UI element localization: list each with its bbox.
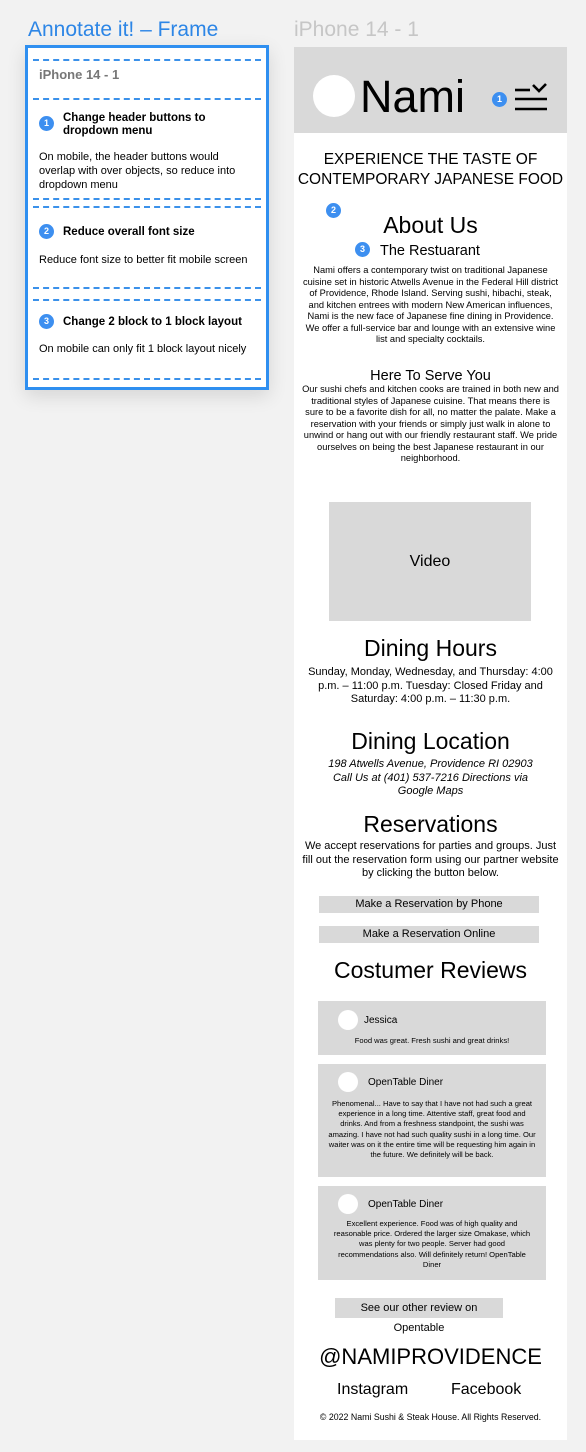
divider (33, 206, 261, 208)
divider (33, 299, 261, 301)
location-text: 198 Atwells Avenue, Providence RI 02903 … (328, 758, 533, 797)
avatar (338, 1010, 358, 1030)
social-handle: @NAMIPROVIDENCE (319, 1344, 542, 1369)
annotation-body-3: On mobile can only fit 1 block layout ni… (39, 343, 247, 355)
about-heading: About Us (383, 212, 478, 238)
annotation-panel-title: Annotate it! – Frame (28, 18, 219, 41)
video-label: Video (409, 552, 451, 570)
reserve-online-button[interactable]: Make a Reservation Online (319, 926, 539, 943)
logo[interactable] (313, 75, 355, 117)
annotation-badge-2[interactable]: 2 (39, 224, 54, 239)
phone-frame-label: iPhone 14 - 1 (294, 18, 419, 41)
about-text: Nami offers a contemporary twist on trad… (302, 265, 559, 344)
review-card: OpenTable Diner Phenomenal... Have to sa… (318, 1064, 546, 1177)
instagram-link[interactable]: Instagram (337, 1381, 408, 1399)
annotation-frame-name: iPhone 14 - 1 (39, 67, 120, 82)
reviewer-name: OpenTable Diner (368, 1077, 444, 1088)
review-card: OpenTable Diner Excellent experience. Fo… (318, 1186, 546, 1280)
dropdown-menu-icon[interactable] (514, 82, 548, 114)
opentable-reviews-button[interactable]: See our other review on Opentable (335, 1298, 503, 1334)
reviewer-name: Jessica (364, 1015, 398, 1026)
facebook-link[interactable]: Facebook (451, 1381, 521, 1399)
phone-frame: Nami 1 EXPERIENCE THE TASTE OF CONTEMPOR… (294, 47, 567, 1440)
annotation-title-1: Change header buttons to dropdown menu (63, 112, 206, 137)
about-subheading: The Restuarant (380, 243, 480, 259)
serve-text: Our sushi chefs and kitchen cooks are tr… (302, 384, 559, 463)
annotation-title-2: Reduce overall font size (63, 226, 195, 238)
hero-heading: EXPERIENCE THE TASTE OF CONTEMPORARY JAP… (297, 151, 564, 188)
reviewer-name: OpenTable Diner (368, 1199, 444, 1210)
hours-text: Sunday, Monday, Wednesday, and Thursday:… (308, 666, 553, 705)
marker-3[interactable]: 3 (355, 242, 370, 257)
annotation-body-1: On mobile, the header buttons would over… (39, 151, 236, 191)
brand-name: Nami (360, 71, 466, 122)
reviews-heading: Costumer Reviews (334, 957, 527, 983)
avatar (338, 1194, 358, 1214)
hours-heading: Dining Hours (364, 635, 497, 661)
divider (33, 198, 261, 200)
reserve-by-phone-button[interactable]: Make a Reservation by Phone (319, 896, 539, 913)
divider (33, 59, 261, 61)
reservations-text: We accept reservations for parties and g… (302, 840, 559, 879)
marker-1[interactable]: 1 (492, 92, 507, 107)
annotation-badge-3[interactable]: 3 (39, 314, 54, 329)
avatar (338, 1072, 358, 1092)
review-text: Excellent experience. Food was of high q… (333, 1219, 531, 1269)
location-heading: Dining Location (351, 728, 510, 754)
annotation-title-3: Change 2 block to 1 block layout (63, 316, 242, 328)
divider (33, 98, 261, 100)
review-text: Phenomenal... Have to say that I have no… (328, 1099, 536, 1160)
annotation-frame: iPhone 14 - 1 1 Change header buttons to… (25, 45, 269, 390)
annotation-badge-1[interactable]: 1 (39, 116, 54, 131)
reservations-heading: Reservations (363, 811, 498, 837)
serve-heading: Here To Serve You (370, 368, 491, 384)
site-header: Nami 1 (294, 47, 567, 133)
copyright-text: © 2022 Nami Sushi & Steak House. All Rig… (319, 1412, 542, 1422)
divider (33, 287, 261, 289)
review-card: Jessica Food was great. Fresh sushi and … (318, 1001, 546, 1055)
annotation-body-2: Reduce font size to better fit mobile sc… (39, 254, 248, 266)
review-text: Food was great. Fresh sushi and great dr… (354, 1036, 510, 1045)
divider (33, 378, 261, 380)
video-placeholder[interactable]: Video (329, 502, 531, 621)
